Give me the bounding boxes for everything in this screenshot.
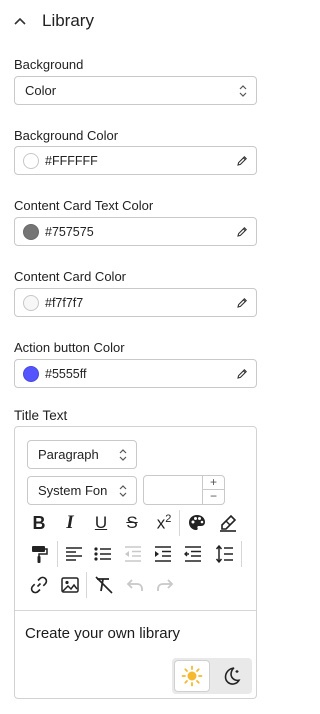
pencil-icon[interactable]	[236, 155, 248, 167]
paint-roller-icon[interactable]	[27, 542, 51, 566]
redo-icon[interactable]	[153, 573, 177, 597]
content-card-text-color-value: #757575	[45, 224, 94, 239]
content-card-color-input[interactable]: #f7f7f7	[14, 288, 257, 317]
editor-content[interactable]: Create your own library	[25, 625, 180, 642]
color-swatch[interactable]	[23, 223, 39, 240]
content-card-color-value: #f7f7f7	[45, 295, 84, 310]
clear-format-icon[interactable]	[92, 573, 116, 597]
toolbar-content-divider	[15, 610, 256, 611]
font-size-input[interactable]: + −	[143, 475, 225, 505]
block-style-value: Paragraph	[38, 447, 99, 462]
link-icon[interactable]	[27, 573, 51, 597]
select-arrows-icon	[239, 85, 247, 97]
rich-text-editor[interactable]: Paragraph System Fon + − B I U S x2 Crea…	[14, 426, 257, 699]
line-height-icon[interactable]	[213, 542, 237, 566]
bold-icon[interactable]: B	[27, 511, 51, 535]
background-select-value: Color	[25, 83, 57, 98]
left-to-right-icon[interactable]	[181, 542, 205, 566]
align-left-icon[interactable]	[62, 542, 86, 566]
italic-icon[interactable]: I	[58, 511, 82, 535]
sun-icon[interactable]	[175, 661, 209, 691]
pencil-icon[interactable]	[236, 368, 248, 380]
toolbar-divider	[86, 572, 87, 598]
theme-toggle[interactable]	[172, 658, 252, 694]
pencil-icon[interactable]	[236, 226, 248, 238]
select-arrows-icon	[119, 485, 127, 497]
toolbar-divider	[57, 541, 58, 567]
content-card-text-color-label: Content Card Text Color	[14, 198, 154, 213]
outdent-icon[interactable]	[121, 542, 145, 566]
undo-icon[interactable]	[123, 573, 147, 597]
action-button-color-value: #5555ff	[45, 366, 87, 381]
toolbar-divider	[241, 541, 242, 567]
select-arrows-icon	[119, 449, 127, 461]
section-title: Library	[42, 11, 94, 30]
background-color-label: Background Color	[14, 128, 119, 143]
font-size-stepper[interactable]: + −	[202, 476, 224, 504]
pencil-icon[interactable]	[236, 297, 248, 309]
action-button-color-input[interactable]: #5555ff	[14, 359, 257, 388]
color-swatch[interactable]	[23, 152, 39, 169]
image-icon[interactable]	[58, 573, 82, 597]
block-style-select[interactable]: Paragraph	[27, 440, 137, 469]
background-label: Background	[14, 57, 84, 72]
section-header-library[interactable]: Library	[10, 8, 94, 34]
background-color-value: #FFFFFF	[45, 153, 98, 168]
highlight-icon[interactable]	[216, 511, 240, 535]
background-select[interactable]: Color	[14, 76, 257, 105]
decrease-size-button[interactable]: −	[203, 490, 224, 504]
font-family-value: System Fon	[38, 483, 108, 498]
strikethrough-icon[interactable]: S	[120, 511, 144, 535]
increase-size-button[interactable]: +	[203, 476, 224, 490]
moon-icon[interactable]	[215, 661, 249, 691]
color-swatch[interactable]	[23, 365, 39, 382]
chevron-up-icon[interactable]	[10, 11, 30, 31]
palette-icon[interactable]	[185, 511, 209, 535]
content-card-color-label: Content Card Color	[14, 269, 126, 284]
indent-icon[interactable]	[151, 542, 175, 566]
background-color-input[interactable]: #FFFFFF	[14, 146, 257, 175]
color-swatch[interactable]	[23, 294, 39, 311]
action-button-color-label: Action button Color	[14, 340, 125, 355]
bulleted-list-icon[interactable]	[91, 542, 115, 566]
superscript-icon[interactable]: x2	[152, 511, 176, 535]
toolbar-divider	[179, 510, 180, 536]
font-family-select[interactable]: System Fon	[27, 476, 137, 505]
title-text-label: Title Text	[14, 408, 68, 423]
underline-icon[interactable]: U	[89, 511, 113, 535]
content-card-text-color-input[interactable]: #757575	[14, 217, 257, 246]
